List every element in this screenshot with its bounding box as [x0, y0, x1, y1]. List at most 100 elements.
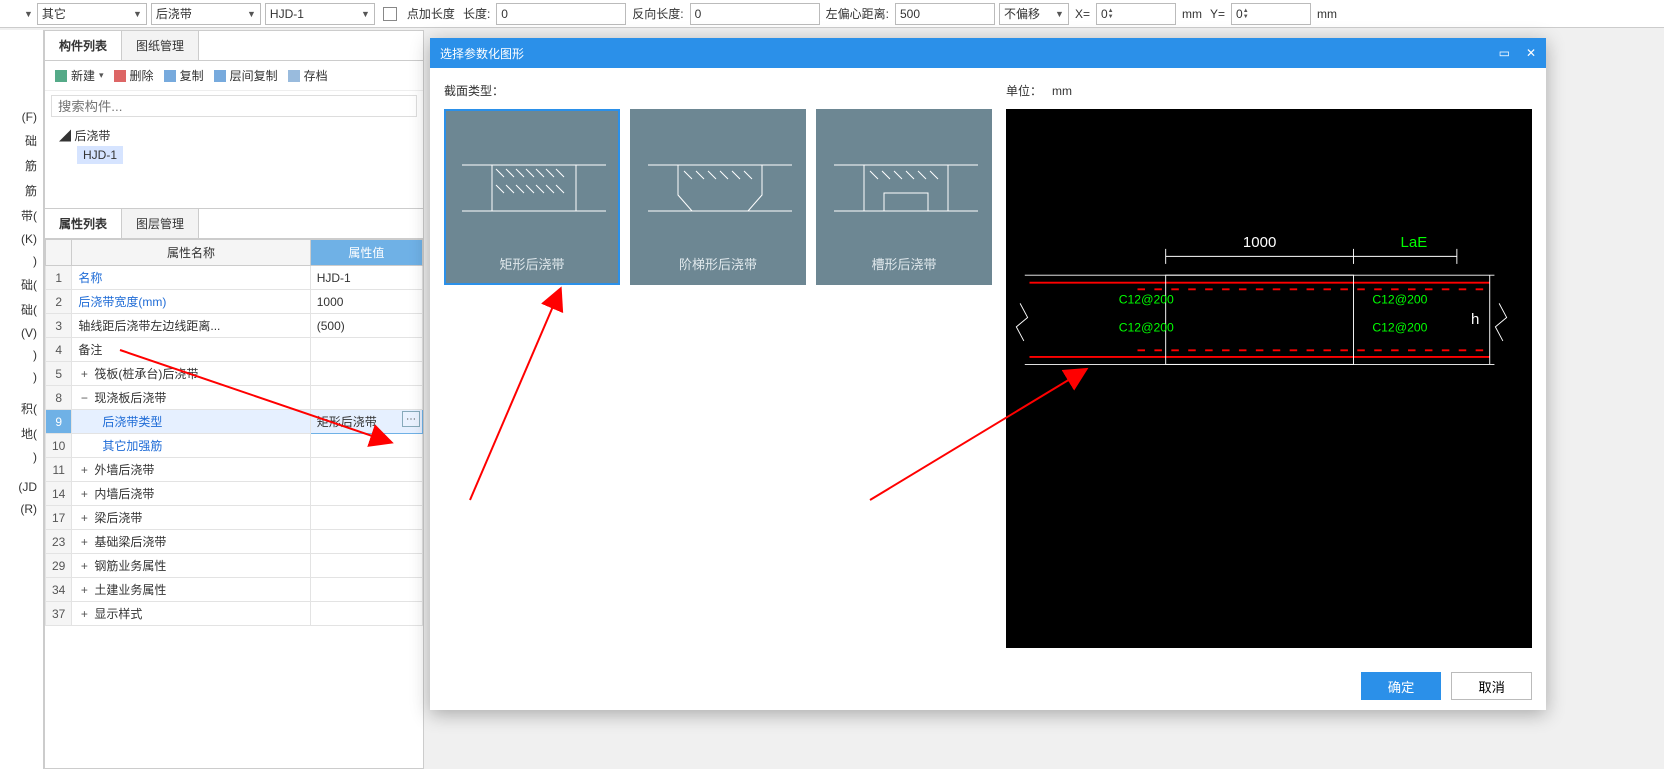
tab-layer-manage[interactable]: 图层管理	[122, 209, 199, 238]
leftstrip-item[interactable]: 础(	[21, 276, 43, 293]
component-dropdown[interactable]: HJD-1▼	[265, 3, 375, 25]
ok-button[interactable]: 确定	[1361, 672, 1442, 700]
spinner-icon[interactable]: ▲▼	[1243, 4, 1251, 24]
property-row[interactable]: 4备注	[46, 338, 423, 362]
card-caption: 阶梯形后浇带	[679, 254, 757, 273]
property-row[interactable]: 5+筏板(桩承台)后浇带	[46, 362, 423, 386]
component-toolbar: 新建▾ 删除 复制 层间复制 存档	[45, 61, 423, 91]
close-icon[interactable]: ✕	[1526, 46, 1536, 60]
copy-button[interactable]: 复制	[164, 67, 204, 84]
add-length-checkbox[interactable]	[383, 7, 397, 21]
property-row[interactable]: 3轴线距后浇带左边线距离...(500)	[46, 314, 423, 338]
delete-button[interactable]: 删除	[114, 67, 154, 84]
tab-component-list[interactable]: 构件列表	[45, 31, 122, 60]
tree-item-hjd1[interactable]: HJD-1	[77, 146, 123, 164]
unit-label: 单位：	[1006, 84, 1042, 98]
new-icon	[55, 70, 67, 82]
property-row[interactable]: 11+外墙后浇带	[46, 458, 423, 482]
section-card[interactable]: 阶梯形后浇带	[630, 109, 806, 285]
leftstrip-item[interactable]: 础	[25, 132, 43, 149]
rebar-label: C12@200	[1372, 292, 1427, 306]
dim-lae: LaE	[1401, 234, 1428, 251]
expander-icon[interactable]: +	[78, 583, 90, 597]
col-property-name: 属性名称	[72, 240, 310, 266]
leftstrip-item[interactable]: 积(	[21, 400, 43, 417]
floor-copy-button[interactable]: 层间复制	[214, 67, 278, 84]
property-row[interactable]: 10其它加强筋	[46, 434, 423, 458]
add-length-label: 点加长度	[407, 5, 455, 22]
tree-root[interactable]: ◢ 后浇带	[53, 125, 415, 146]
length-input[interactable]: 0	[496, 3, 626, 25]
property-row[interactable]: 8−现浇板后浇带	[46, 386, 423, 410]
property-row[interactable]: 1名称HJD-1	[46, 266, 423, 290]
rebar-label: C12@200	[1119, 321, 1174, 335]
y-input[interactable]: 0▲▼	[1231, 3, 1311, 25]
leftstrip-item[interactable]: 带(	[21, 207, 43, 224]
leftstrip-item[interactable]: )	[33, 348, 43, 362]
leftstrip-item[interactable]: (JD	[18, 480, 43, 494]
delete-icon	[114, 70, 126, 82]
tab-drawing-manage[interactable]: 图纸管理	[122, 31, 199, 60]
expander-icon[interactable]: −	[78, 391, 90, 405]
spinner-icon[interactable]: ▲▼	[1108, 4, 1116, 24]
chevron-down-icon: ▼	[24, 9, 33, 19]
shift-dropdown[interactable]: 不偏移▼	[999, 3, 1069, 25]
card-caption: 槽形后浇带	[871, 254, 936, 273]
category-dropdown[interactable]: 其它▼	[37, 3, 147, 25]
section-type-cards: 矩形后浇带阶梯形后浇带 槽形后浇带	[444, 109, 992, 285]
section-card[interactable]: 槽形后浇带	[816, 109, 992, 285]
property-row[interactable]: 9后浇带类型矩形后浇带⋯	[46, 410, 423, 434]
ellipsis-button[interactable]: ⋯	[402, 411, 420, 427]
leftstrip-item[interactable]: 地(	[21, 425, 43, 442]
leftstrip-item[interactable]: (R)	[20, 502, 43, 516]
component-tabs: 构件列表 图纸管理	[45, 31, 423, 61]
rebar-label: C12@200	[1119, 292, 1174, 306]
leftstrip-item[interactable]: 筋	[25, 182, 43, 199]
section-type-label: 截面类型：	[444, 82, 992, 99]
expander-icon[interactable]: +	[78, 367, 90, 381]
type-dropdown[interactable]: 后浇带▼	[151, 3, 261, 25]
property-table: 属性名称 属性值 1名称HJD-12后浇带宽度(mm)10003轴线距后浇带左边…	[45, 239, 423, 626]
dialog-title: 选择参数化图形	[440, 45, 524, 62]
tab-property-list[interactable]: 属性列表	[45, 209, 122, 238]
expander-icon[interactable]: +	[78, 559, 90, 573]
offset-label: 左偏心距离:	[826, 5, 889, 22]
offset-input[interactable]: 500	[895, 3, 995, 25]
property-row[interactable]: 37+显示样式	[46, 602, 423, 626]
property-row[interactable]: 34+土建业务属性	[46, 578, 423, 602]
leftstrip-item[interactable]: 础(	[21, 301, 43, 318]
x-input[interactable]: 0▲▼	[1096, 3, 1176, 25]
expander-icon[interactable]: +	[78, 487, 90, 501]
expander-icon[interactable]: +	[78, 463, 90, 477]
property-row[interactable]: 23+基础梁后浇带	[46, 530, 423, 554]
expander-icon[interactable]: +	[78, 607, 90, 621]
mm-label: mm	[1182, 7, 1202, 21]
property-row[interactable]: 14+内墙后浇带	[46, 482, 423, 506]
property-row[interactable]: 17+梁后浇带	[46, 506, 423, 530]
leftstrip-item[interactable]: )	[33, 254, 43, 268]
left-panel: 构件列表 图纸管理 新建▾ 删除 复制 层间复制 存档 ◢ 后浇带 HJD-1 …	[44, 30, 424, 769]
leftstrip-item[interactable]: )	[33, 370, 43, 384]
cancel-button[interactable]: 取消	[1451, 672, 1532, 700]
mm-label: mm	[1317, 7, 1337, 21]
x-label: X=	[1075, 7, 1090, 21]
property-row[interactable]: 29+钢筋业务属性	[46, 554, 423, 578]
property-row[interactable]: 2后浇带宽度(mm)1000	[46, 290, 423, 314]
expander-icon[interactable]: +	[78, 511, 90, 525]
section-card[interactable]: 矩形后浇带	[444, 109, 620, 285]
floor-copy-icon	[214, 70, 226, 82]
new-button[interactable]: 新建▾	[55, 67, 104, 84]
reverse-length-input[interactable]: 0	[690, 3, 820, 25]
leftstrip-item[interactable]: 筋	[25, 157, 43, 174]
component-search[interactable]	[51, 95, 417, 117]
maximize-icon[interactable]: ▭	[1499, 46, 1510, 60]
expander-icon[interactable]: +	[78, 535, 90, 549]
section-preview: 1000 LaE	[1006, 109, 1532, 648]
leftstrip-item[interactable]: (V)	[21, 326, 43, 340]
archive-button[interactable]: 存档	[288, 67, 328, 84]
leftstrip-item[interactable]: (K)	[21, 232, 43, 246]
leftstrip-item[interactable]: (F)	[22, 110, 43, 124]
col-property-value: 属性值	[310, 240, 422, 266]
archive-icon	[288, 70, 300, 82]
leftstrip-item[interactable]: )	[33, 450, 43, 464]
